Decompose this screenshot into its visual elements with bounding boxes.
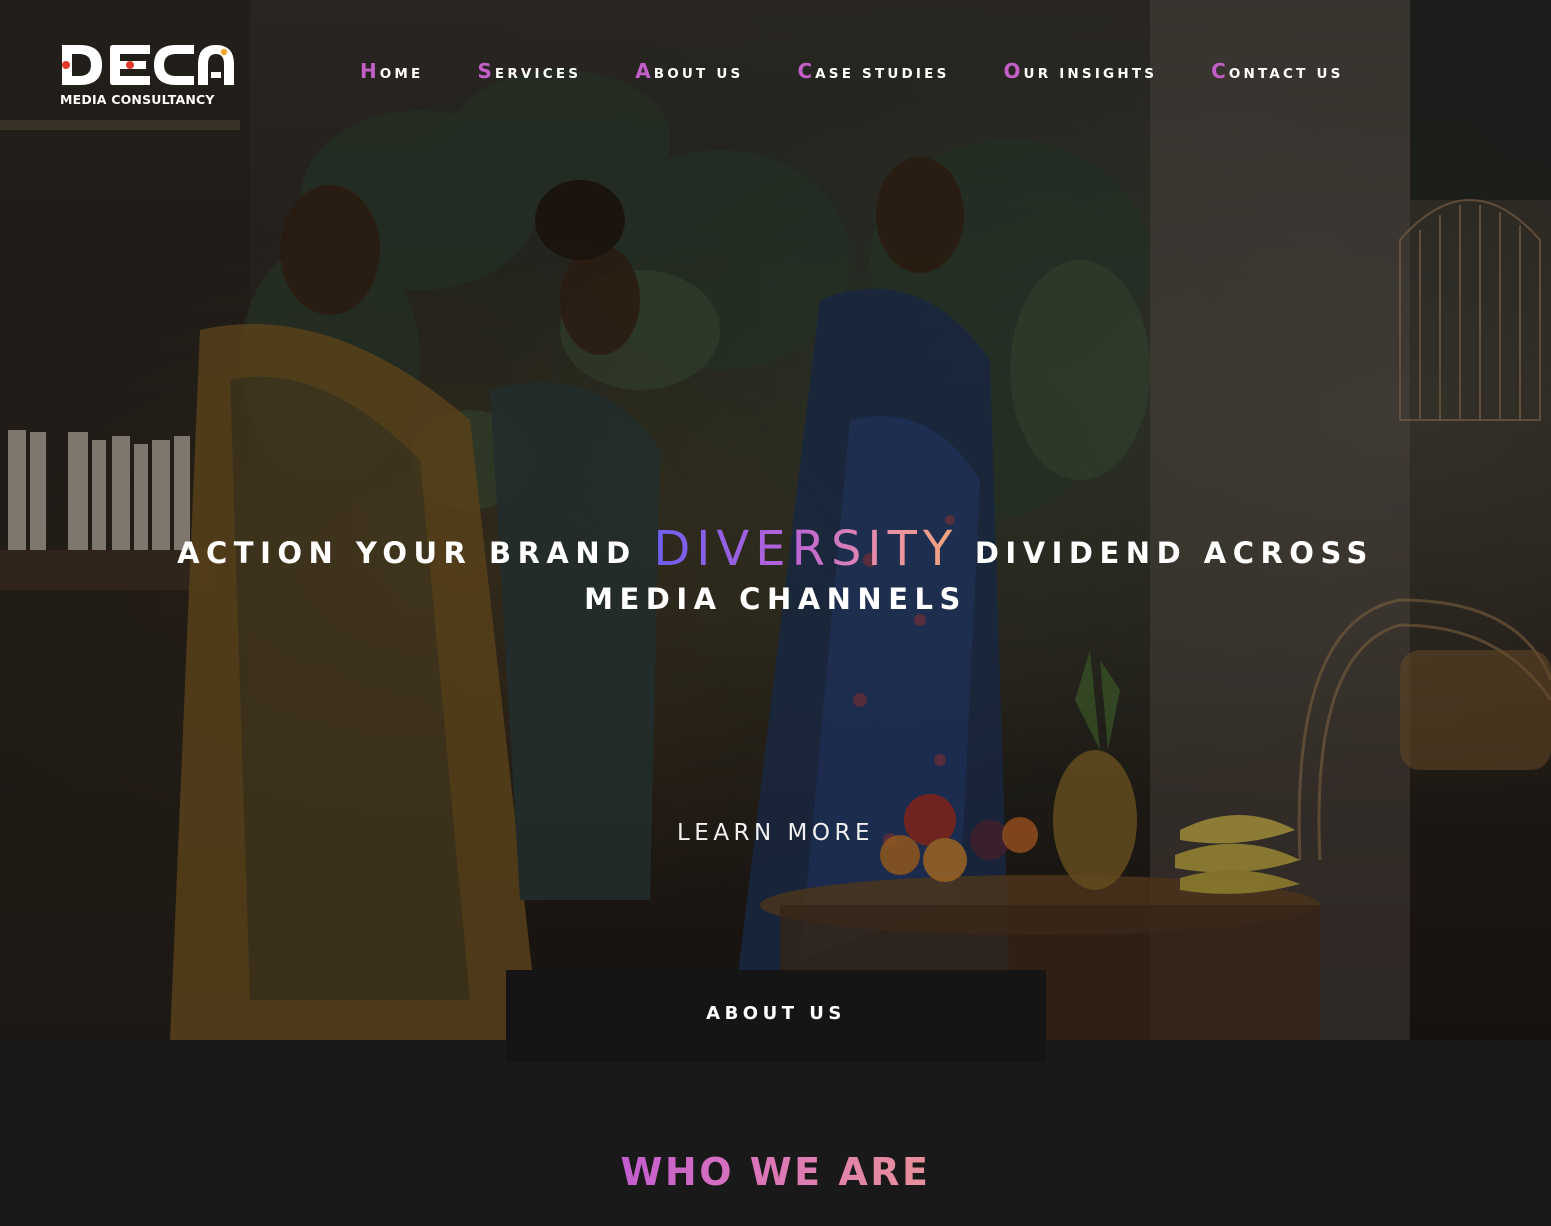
who-we-are-heading: WHO WE ARE	[620, 1150, 931, 1194]
hero-headline-after: DIVIDEND ACROSS	[974, 536, 1374, 570]
hero-headline-before: ACTION YOUR BRAND	[177, 536, 637, 570]
nav-item-initial: C	[1211, 59, 1229, 83]
nav-item-initial: A	[635, 59, 654, 83]
brand-logo[interactable]: MEDIA CONSULTANCY	[58, 42, 238, 112]
brand-logo-subtitle: MEDIA CONSULTANCY	[60, 92, 215, 107]
nav-item-label: bout us	[653, 66, 744, 82]
hero-headline-line-1: ACTION YOUR BRAND DIVERSITY DIVIDEND ACR…	[0, 520, 1551, 582]
nav-item-initial: O	[1003, 59, 1024, 83]
nav-item-initial: C	[797, 59, 816, 83]
hero-section: MEDIA CONSULTANCY Home Services About us…	[0, 0, 1551, 1040]
hero-headline-accent: DIVERSITY	[653, 521, 959, 577]
nav-item-label: ervices	[494, 66, 582, 82]
learn-more-label: LEARN MORE	[676, 820, 875, 846]
section-title: WHO WE ARE	[0, 1150, 1551, 1194]
nav-item-our-insights[interactable]: Our insights	[1004, 59, 1158, 83]
hero-headline: ACTION YOUR BRAND DIVERSITY DIVIDEND ACR…	[0, 520, 1551, 616]
about-us-tab-label: ABOUT US	[706, 1002, 846, 1024]
hero-headline-line-2: MEDIA CHANNELS	[584, 582, 967, 616]
nav-item-label: ase studies	[815, 66, 950, 82]
nav-item-label: ontact us	[1228, 66, 1344, 82]
about-us-tab[interactable]: ABOUT US	[506, 970, 1046, 1062]
main-nav: Home Services About us Case studies Our …	[360, 58, 1344, 84]
nav-item-label: ome	[379, 66, 424, 82]
page: MEDIA CONSULTANCY Home Services About us…	[0, 0, 1551, 1226]
deca-logo-mark	[62, 45, 234, 85]
nav-item-about-us[interactable]: About us	[635, 59, 743, 83]
nav-item-initial: H	[360, 59, 380, 83]
nav-item-contact-us[interactable]: Contact us	[1211, 59, 1343, 83]
nav-item-case-studies[interactable]: Case studies	[797, 59, 949, 83]
nav-item-initial: S	[477, 59, 495, 83]
nav-item-home[interactable]: Home	[360, 59, 423, 83]
learn-more-link[interactable]: LEARN MORE	[0, 820, 1551, 846]
nav-item-label: ur insights	[1023, 66, 1158, 82]
nav-item-services[interactable]: Services	[477, 59, 581, 83]
